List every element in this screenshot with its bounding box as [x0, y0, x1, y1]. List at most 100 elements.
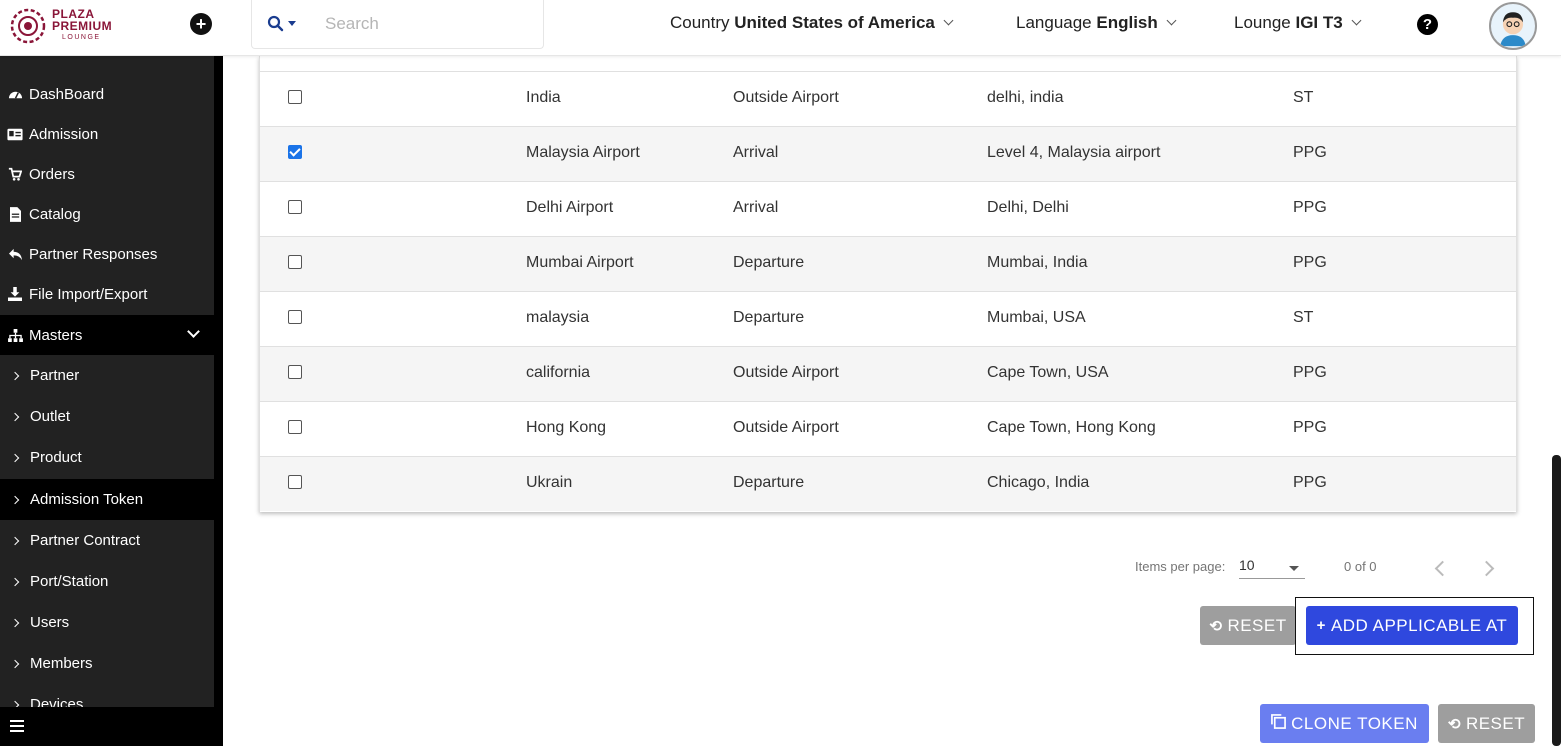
- chevron-down-icon: [187, 325, 200, 338]
- top-header: PLAZA PREMIUM LOUNGE + Country United St…: [0, 0, 1561, 56]
- cell-type: Departure: [733, 309, 805, 326]
- table-row[interactable]: Hong Kong Outside Airport Cape Town, Hon…: [260, 401, 1516, 456]
- table-row[interactable]: california Outside Airport Cape Town, US…: [260, 346, 1516, 401]
- language-value: English: [1096, 13, 1158, 32]
- sidebar-subitem-devices[interactable]: Devices: [0, 684, 214, 707]
- chevron-right-icon: [10, 495, 20, 504]
- sidebar-item-partner-responses[interactable]: Partner Responses: [0, 234, 214, 274]
- sidebar-subitem-members[interactable]: Members: [0, 643, 214, 684]
- sidebar-subitem-product[interactable]: Product: [0, 437, 214, 478]
- logo-mark-icon: [10, 8, 46, 44]
- sidebar-subitem-label: Users: [30, 614, 70, 631]
- row-checkbox[interactable]: [288, 90, 302, 104]
- table-row[interactable]: Malaysia Airport Arrival Level 4, Malays…: [260, 126, 1516, 181]
- cell-address: Mumbai, India: [987, 254, 1088, 271]
- sidebar-item-label: Admission: [29, 125, 99, 143]
- chevron-down-icon: [1351, 15, 1362, 26]
- row-checkbox[interactable]: [288, 145, 302, 159]
- table-row[interactable]: Ukrain Departure Chicago, India PPG: [260, 456, 1516, 511]
- items-per-page-label: Items per page:: [1135, 559, 1226, 574]
- language-select[interactable]: Language English: [1016, 13, 1177, 33]
- sidebar-subitem-partner-contract[interactable]: Partner Contract: [0, 520, 214, 561]
- dashboard-icon: [7, 86, 23, 102]
- sidebar-subitem-admission-token[interactable]: Admission Token: [0, 479, 214, 520]
- avatar[interactable]: [1489, 2, 1537, 50]
- download-icon: [7, 286, 23, 302]
- sidebar-subitem-users[interactable]: Users: [0, 602, 214, 643]
- sidebar-subitem-label: Port/Station: [30, 573, 109, 590]
- sidebar-item-orders[interactable]: Orders: [0, 154, 214, 194]
- search-box: [251, 0, 544, 49]
- cell-code: PPG: [1293, 364, 1327, 381]
- hamburger-menu-icon[interactable]: [10, 720, 24, 732]
- cell-address: Chicago, India: [987, 474, 1090, 491]
- add-applicable-at-button[interactable]: + ADD APPLICABLE AT: [1306, 606, 1518, 645]
- sidebar-footer: [0, 707, 223, 746]
- next-page-button[interactable]: [1481, 560, 1493, 576]
- cell-code: PPG: [1293, 199, 1327, 216]
- sidebar-item-masters[interactable]: Masters: [0, 315, 214, 355]
- cell-name: Ukrain: [526, 474, 573, 491]
- search-dropdown-caret-icon[interactable]: [288, 21, 296, 26]
- row-checkbox[interactable]: [288, 255, 302, 269]
- cell-address: Level 4, Malaysia airport: [987, 144, 1161, 161]
- table-row[interactable]: malaysia Departure Mumbai, USA ST: [260, 291, 1516, 346]
- cell-code: ST: [1293, 309, 1314, 326]
- cell-address: Delhi, Delhi: [987, 199, 1069, 216]
- cell-type: Arrival: [733, 144, 779, 161]
- cell-address: Cape Town, USA: [987, 364, 1109, 381]
- cell-type: Outside Airport: [733, 89, 839, 106]
- sidebar-item-catalog[interactable]: Catalog: [0, 194, 214, 234]
- cell-address: Cape Town, Hong Kong: [987, 419, 1156, 436]
- cell-type: Outside Airport: [733, 364, 839, 381]
- question-circle-icon[interactable]: ?: [1417, 14, 1438, 35]
- sidebar-scrollbar[interactable]: [214, 56, 223, 686]
- logo-text-line3: LOUNGE: [62, 34, 101, 41]
- table-row[interactable]: Mumbai Airport Departure Mumbai, India P…: [260, 236, 1516, 291]
- previous-page-button[interactable]: [1433, 560, 1445, 576]
- sidebar-subitem-label: Admission Token: [30, 491, 144, 508]
- items-per-page-select[interactable]: 10: [1239, 557, 1305, 579]
- search-icon[interactable]: [267, 15, 285, 33]
- country-select[interactable]: Country United States of America: [670, 13, 954, 33]
- reset-token-label: RESET: [1465, 713, 1526, 733]
- clone-token-button[interactable]: CLONE TOKEN: [1260, 704, 1429, 743]
- plus-icon: +: [1316, 617, 1326, 634]
- sidebar-item-label: Catalog: [29, 205, 81, 223]
- row-checkbox[interactable]: [288, 420, 302, 434]
- reset-token-button[interactable]: ⟲ RESET: [1438, 704, 1535, 743]
- sidebar-item-file-import-export[interactable]: File Import/Export: [0, 274, 214, 314]
- sidebar-subitem-label: Partner: [30, 367, 80, 384]
- table-row[interactable]: Delhi Airport Arrival Delhi, Delhi PPG: [260, 181, 1516, 236]
- clone-token-label: CLONE TOKEN: [1291, 713, 1418, 733]
- sidebar-subitem-partner[interactable]: Partner: [0, 355, 214, 396]
- cell-name: Malaysia Airport: [526, 144, 640, 161]
- cell-code: PPG: [1293, 144, 1327, 161]
- page-scrollbar[interactable]: [1552, 455, 1561, 746]
- row-checkbox[interactable]: [288, 475, 302, 489]
- cell-name: malaysia: [526, 309, 590, 326]
- id-card-icon: [7, 126, 23, 142]
- sidebar-item-label: DashBoard: [29, 85, 105, 103]
- row-checkbox[interactable]: [288, 200, 302, 214]
- sidebar-item-admission[interactable]: Admission: [0, 114, 214, 154]
- clone-icon: [1271, 714, 1287, 733]
- sidebar-subitem-label: Members: [30, 655, 93, 672]
- sidebar-subitem-port-station[interactable]: Port/Station: [0, 561, 214, 602]
- country-label: Country: [670, 13, 730, 32]
- file-icon: [7, 206, 23, 222]
- sidebar-subitem-outlet[interactable]: Outlet: [0, 396, 214, 437]
- reset-button[interactable]: ⟲ RESET: [1200, 606, 1296, 645]
- chevron-right-icon: [10, 412, 20, 421]
- row-checkbox[interactable]: [288, 365, 302, 379]
- chevron-right-icon: [10, 536, 20, 545]
- search-input[interactable]: [325, 12, 525, 36]
- lounge-select[interactable]: Lounge IGI T3: [1234, 13, 1362, 33]
- sidebar-item-dashboard[interactable]: DashBoard: [0, 74, 214, 114]
- cart-icon: [7, 166, 23, 182]
- table-row[interactable]: India Outside Airport delhi, india ST: [260, 71, 1516, 126]
- chevron-right-icon: [10, 453, 20, 462]
- plaza-premium-logo[interactable]: PLAZA PREMIUM LOUNGE: [10, 6, 130, 46]
- row-checkbox[interactable]: [288, 310, 302, 324]
- plus-circle-icon[interactable]: +: [190, 13, 212, 35]
